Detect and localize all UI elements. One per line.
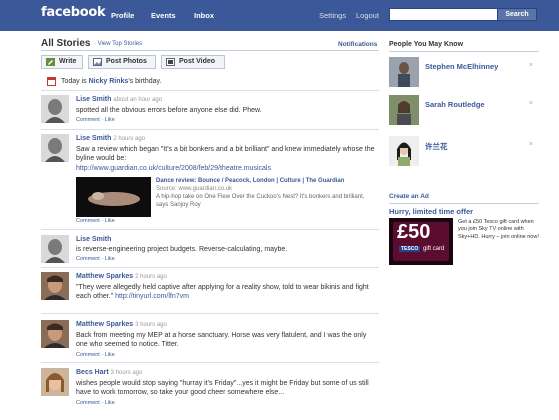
divider [41, 50, 379, 51]
attachment-source: Source: www.guardian.co.uk [156, 186, 233, 192]
write-label: Write [59, 58, 77, 65]
person-name-link[interactable]: Sarah Routledge [425, 100, 485, 109]
ad-image[interactable]: £50 TESCO gift card [389, 218, 453, 265]
timestamp: 2 hours ago [135, 274, 167, 280]
divider [41, 313, 379, 314]
story-text: Saw a review which began "It's a bit bon… [76, 145, 375, 163]
birthday-suffix: 's birthday. [128, 78, 162, 85]
timestamp: 3 hours ago [110, 370, 143, 376]
author-link[interactable]: Matthew Sparkes [76, 273, 133, 280]
story-item: Becs Hart 3 hours ago wishes people woul… [41, 368, 379, 418]
dismiss-icon[interactable]: × [529, 62, 533, 69]
avatar[interactable] [41, 320, 69, 348]
create-ad-link[interactable]: Create an Ad [389, 193, 429, 200]
divider [41, 362, 379, 363]
attachment-thumbnail[interactable] [76, 177, 151, 217]
avatar[interactable] [41, 134, 69, 162]
post-video-label: Post Video [179, 58, 216, 65]
suggested-person: Stephen McElhinney × [389, 57, 539, 87]
author-link[interactable]: Lise Smith [76, 135, 111, 142]
search-button[interactable]: Search [497, 8, 537, 21]
story-text: wishes people would stop saying "hurray … [76, 379, 369, 397]
nav-events[interactable]: Events [151, 11, 176, 20]
birthday-name-link[interactable]: Nicky Rinks [89, 78, 129, 85]
person-name-link[interactable]: 许兰花 [425, 141, 448, 152]
story-text: Back from meeting my MEP at a horse sanc… [76, 331, 367, 349]
dismiss-icon[interactable]: × [529, 100, 533, 107]
avatar[interactable] [41, 95, 69, 123]
birthday-notice: Today is Nicky Rinks's birthday. [61, 78, 161, 85]
story-item: Lise Smith about an hour ago spotted all… [41, 95, 379, 131]
ad-image-caption: gift card [423, 246, 445, 252]
divider [41, 267, 379, 268]
divider [41, 229, 379, 230]
top-navigation-bar: facebook Profile Events Inbox Settings L… [0, 0, 559, 31]
comment-like-links[interactable]: Comment · Like [76, 116, 376, 126]
ad-image-amount: £50 [397, 221, 431, 243]
nav-logout[interactable]: Logout [356, 11, 379, 20]
ad-title-link[interactable]: Hurry, limited time offer [389, 207, 473, 216]
story-item: Lise Smith is reverse-engineering projec… [41, 235, 379, 269]
story-item: Lise Smith 2 hours ago Saw a review whic… [41, 134, 379, 228]
view-top-stories-link[interactable]: · View Top Stories [94, 41, 142, 47]
story-link[interactable]: http://www.guardian.co.uk/culture/2008/f… [76, 165, 271, 172]
avatar[interactable] [41, 235, 69, 263]
nav-profile[interactable]: Profile [111, 11, 134, 20]
story-link[interactable]: http://tinyurl.com/lfn7vm [115, 293, 189, 300]
page-title: All Stories [41, 38, 91, 49]
photo-icon [93, 58, 102, 66]
timestamp: 3 hours ago [135, 322, 167, 328]
divider [41, 129, 379, 130]
comment-like-links[interactable]: Comment · Like [76, 399, 376, 409]
divider [389, 51, 539, 52]
write-button[interactable]: Write [41, 55, 83, 69]
author-link[interactable]: Becs Hart [76, 369, 109, 376]
nav-inbox[interactable]: Inbox [194, 11, 214, 20]
author-link[interactable]: Lise Smith [76, 96, 111, 103]
post-video-button[interactable]: Post Video [161, 55, 225, 69]
author-link[interactable]: Lise Smith [76, 236, 111, 243]
story-text: is reverse-engineering project budgets. … [76, 245, 288, 253]
author-link[interactable]: Matthew Sparkes [76, 321, 133, 328]
comment-like-links[interactable]: Comment · Like [76, 255, 376, 265]
dismiss-icon[interactable]: × [529, 141, 533, 148]
timestamp: about an hour ago [113, 97, 163, 103]
video-icon [166, 58, 175, 66]
post-photos-label: Post Photos [106, 58, 147, 65]
post-photos-button[interactable]: Post Photos [88, 55, 156, 69]
comment-like-links[interactable]: Comment · Like [76, 351, 376, 361]
pencil-icon [46, 58, 55, 66]
person-photo[interactable] [389, 57, 419, 87]
timestamp: 2 hours ago [113, 136, 146, 142]
birthday-prefix: Today is [61, 78, 89, 85]
people-you-may-know-title: People You May Know [389, 41, 464, 48]
tesco-logo: TESCO [399, 246, 421, 252]
attachment-description: A hip-hop take on One Flew Over the Cuck… [156, 194, 365, 208]
facebook-logo[interactable]: facebook [41, 5, 106, 20]
story-text: spotted all the obvious errors before an… [76, 106, 262, 114]
ad-text: Get a £50 Tesco gift card when you join … [458, 219, 539, 240]
story-item: Matthew Sparkes 2 hours ago "They were a… [41, 272, 379, 312]
attachment-title[interactable]: Dance review: Bounce / Peacock, London |… [156, 177, 376, 185]
divider [389, 203, 539, 204]
divider [41, 90, 379, 91]
search-input[interactable] [389, 8, 498, 21]
avatar[interactable] [41, 368, 69, 396]
person-photo[interactable] [389, 95, 419, 125]
suggested-person: Sarah Routledge × [389, 95, 539, 125]
person-name-link[interactable]: Stephen McElhinney [425, 62, 498, 71]
story-item: Matthew Sparkes 3 hours ago Back from me… [41, 320, 379, 360]
notifications-link[interactable]: Notifications [338, 41, 377, 48]
suggested-person: 许兰花 × [389, 136, 539, 166]
calendar-icon [47, 77, 56, 86]
comment-like-links[interactable]: Comment · Like [76, 218, 115, 224]
person-photo[interactable] [389, 136, 419, 166]
link-attachment[interactable]: Dance review: Bounce / Peacock, London |… [76, 177, 376, 227]
avatar[interactable] [41, 272, 69, 300]
nav-settings[interactable]: Settings [319, 11, 346, 20]
